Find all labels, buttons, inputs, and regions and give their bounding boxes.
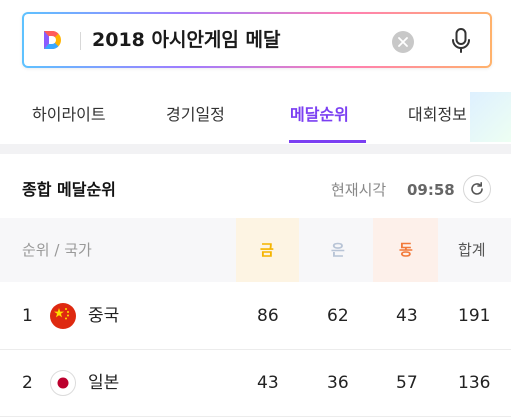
japan-flag-icon xyxy=(50,370,76,396)
microphone-icon[interactable] xyxy=(450,27,472,55)
current-time-value: 09:58 xyxy=(407,181,455,199)
tab-bar: 하이라이트 경기일정 메달순위 대회정보 xyxy=(0,92,511,144)
table-row[interactable]: 2 일본 43 36 57 136 xyxy=(0,350,511,417)
tab-schedule[interactable]: 경기일정 xyxy=(166,104,225,126)
total-count: 136 xyxy=(458,373,491,393)
total-count: 191 xyxy=(458,306,491,326)
refresh-icon xyxy=(471,182,483,195)
section-title: 종합 메달순위 xyxy=(22,180,116,199)
header-total[interactable]: 합계 xyxy=(458,240,486,260)
bronze-count: 43 xyxy=(396,306,418,326)
rank: 2 xyxy=(22,373,33,393)
search-header: 2018 아시안게임 메달 xyxy=(0,0,511,92)
china-flag-icon xyxy=(50,303,76,329)
header-gold[interactable]: 금 xyxy=(260,240,274,260)
gold-count: 86 xyxy=(257,306,279,326)
medal-section-header: 종합 메달순위 현재시각 09:58 xyxy=(0,154,511,218)
silver-count: 62 xyxy=(327,306,349,326)
search-box[interactable]: 2018 아시안게임 메달 xyxy=(22,12,492,68)
refresh-button[interactable] xyxy=(463,175,491,203)
section-separator xyxy=(0,144,511,154)
table-row[interactable]: 1 중국 86 62 43 191 xyxy=(0,283,511,350)
table-header: 순위 / 국가 금 은 동 합계 xyxy=(0,218,511,282)
current-time-label: 현재시각 xyxy=(331,181,387,199)
tab-highlights[interactable]: 하이라이트 xyxy=(32,104,106,126)
header-bronze[interactable]: 동 xyxy=(399,240,413,260)
country-name[interactable]: 일본 xyxy=(88,372,119,394)
daum-logo-icon[interactable] xyxy=(40,28,64,52)
tab-event-info[interactable]: 대회정보 xyxy=(408,104,467,126)
clear-icon[interactable] xyxy=(392,31,414,53)
silver-count: 36 xyxy=(327,373,349,393)
header-rank-country: 순위 / 국가 xyxy=(22,241,92,259)
search-query-text[interactable]: 2018 아시안게임 메달 xyxy=(92,28,280,52)
tab-decoration xyxy=(470,92,511,142)
active-tab-indicator xyxy=(289,140,366,143)
gold-count: 43 xyxy=(257,373,279,393)
rank: 1 xyxy=(22,306,33,326)
country-name[interactable]: 중국 xyxy=(88,305,119,327)
bronze-count: 57 xyxy=(396,373,418,393)
header-silver[interactable]: 은 xyxy=(331,240,345,260)
search-divider xyxy=(80,32,81,50)
tab-medal-ranking[interactable]: 메달순위 xyxy=(290,104,349,126)
